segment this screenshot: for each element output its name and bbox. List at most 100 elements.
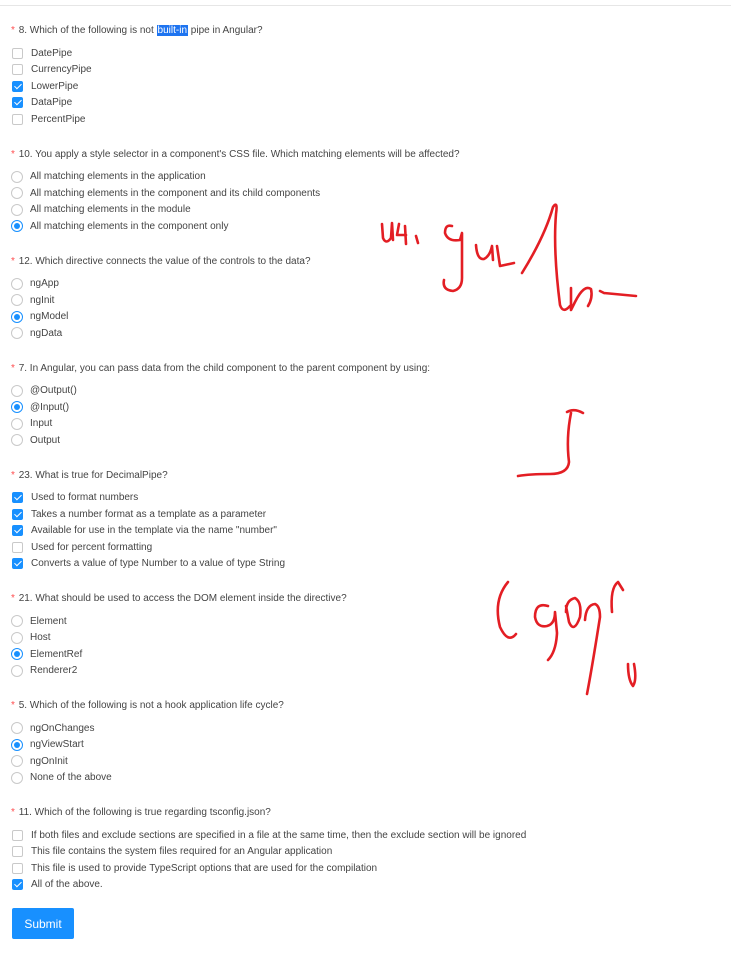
option-label: @Input() xyxy=(30,401,70,413)
question-2: * 10. You apply a style selector in a co… xyxy=(11,148,721,235)
question-5: * 23. What is true for DecimalPipe? Used … xyxy=(11,469,721,573)
checkbox[interactable] xyxy=(12,113,23,125)
question-title: * 12. Which directive connects the value… xyxy=(11,255,721,269)
radio-button[interactable] xyxy=(11,615,23,628)
checkbox[interactable] xyxy=(12,47,23,59)
question-1: * 8. Which of the following is not built… xyxy=(11,24,721,128)
radio-option[interactable]: All matching elements in the module xyxy=(11,202,721,219)
checkbox[interactable] xyxy=(12,541,23,553)
radio-button[interactable] xyxy=(11,417,23,430)
radio-option[interactable]: ElementRef xyxy=(11,646,721,663)
checkbox-option[interactable]: Used to format numbers xyxy=(11,490,721,507)
radio-option[interactable]: Host xyxy=(11,630,721,647)
checkbox[interactable] xyxy=(12,80,23,92)
option-label: All matching elements in the component a… xyxy=(30,187,321,199)
radio-button[interactable] xyxy=(11,294,23,307)
radio-button[interactable] xyxy=(11,664,23,677)
checkbox[interactable] xyxy=(12,829,23,841)
radio-option[interactable]: ngModel xyxy=(11,309,721,326)
radio-button[interactable] xyxy=(11,277,23,290)
checkbox-option[interactable]: All of the above. xyxy=(11,877,721,894)
option-label: Used to format numbers xyxy=(31,492,139,504)
radio-button[interactable] xyxy=(11,220,23,233)
radio-option[interactable]: ngViewStart xyxy=(11,737,721,754)
radio-button[interactable] xyxy=(11,384,23,397)
required-asterisk: * xyxy=(11,469,15,481)
required-asterisk: * xyxy=(11,362,15,374)
required-asterisk: * xyxy=(11,593,15,604)
quiz-form: * 8. Which of the following is not built… xyxy=(11,24,721,913)
radio-button[interactable] xyxy=(11,170,23,183)
option-label: None of the above xyxy=(30,772,112,784)
question-3: * 12. Which directive connects the value… xyxy=(11,255,721,342)
radio-option[interactable]: ngData xyxy=(11,325,721,342)
checkbox-option[interactable]: This file contains the system files requ… xyxy=(11,844,721,861)
radio-button[interactable] xyxy=(11,771,23,784)
radio-option[interactable]: None of the above xyxy=(11,770,721,787)
radio-button[interactable] xyxy=(11,203,23,216)
checkbox[interactable] xyxy=(12,879,23,891)
radio-button[interactable] xyxy=(11,327,23,340)
radio-option[interactable]: ngInit xyxy=(11,292,721,309)
radio-button[interactable] xyxy=(11,722,23,735)
option-label: Used for percent formatting xyxy=(31,541,153,553)
question-text: 8. Which of the following is not xyxy=(18,25,157,36)
radio-option[interactable]: All matching elements in the component a… xyxy=(11,185,721,202)
radio-button[interactable] xyxy=(11,631,23,644)
radio-option[interactable]: @Input() xyxy=(11,399,721,416)
checkbox-option[interactable]: CurrencyPipe xyxy=(11,62,721,79)
checkbox-option[interactable]: LowerPipe xyxy=(11,78,721,95)
checkbox-option[interactable]: DataPipe xyxy=(11,95,721,112)
required-asterisk: * xyxy=(11,25,15,36)
radio-button[interactable] xyxy=(11,755,23,768)
option-label: ngOnChanges xyxy=(30,722,95,734)
checkbox[interactable] xyxy=(12,508,23,520)
radio-button[interactable] xyxy=(11,738,23,751)
checkbox[interactable] xyxy=(12,558,23,570)
question-title: * 10. You apply a style selector in a co… xyxy=(11,148,721,162)
question-4: * 7. In Angular, you can pass data from … xyxy=(11,362,721,449)
radio-option[interactable]: Output xyxy=(11,432,721,449)
radio-option[interactable]: Renderer2 xyxy=(11,663,721,680)
radio-button[interactable] xyxy=(11,187,23,200)
radio-button[interactable] xyxy=(11,401,23,414)
option-label: ngData xyxy=(30,327,63,339)
radio-option[interactable]: All matching elements in the component o… xyxy=(11,218,721,235)
checkbox-option[interactable]: If both files and exclude sections are s… xyxy=(11,827,721,844)
question-text: 10. You apply a style selector in a comp… xyxy=(18,148,460,160)
question-text: pipe in Angular? xyxy=(188,25,263,36)
radio-button[interactable] xyxy=(11,648,23,661)
question-7: * 5. Which of the following is not a hoo… xyxy=(11,699,721,786)
option-label: All of the above. xyxy=(31,879,103,891)
checkbox-option[interactable]: Takes a number format as a template as a… xyxy=(11,506,721,523)
option-label: DatePipe xyxy=(31,47,73,59)
radio-option[interactable]: Input xyxy=(11,416,721,433)
radio-button[interactable] xyxy=(11,310,23,323)
checkbox[interactable] xyxy=(12,64,23,76)
selected-text-highlight: built-in xyxy=(156,25,189,36)
checkbox-option[interactable]: Used for percent formatting xyxy=(11,539,721,556)
checkbox-option[interactable]: DatePipe xyxy=(11,45,721,62)
checkbox[interactable] xyxy=(12,525,23,537)
radio-option[interactable]: ngOnChanges xyxy=(11,720,721,737)
submit-button[interactable]: Submit xyxy=(12,908,74,939)
checkbox-option[interactable]: Converts a value of type Number to a val… xyxy=(11,556,721,573)
option-label: ngViewStart xyxy=(30,739,84,751)
radio-button[interactable] xyxy=(11,434,23,447)
checkbox-option[interactable]: Available for use in the template via th… xyxy=(11,523,721,540)
checkbox[interactable] xyxy=(12,492,23,504)
checkbox[interactable] xyxy=(12,846,23,858)
option-label: All matching elements in the component o… xyxy=(30,220,229,232)
checkbox-option[interactable]: PercentPipe xyxy=(11,111,721,128)
question-text: 21. What should be used to access the DO… xyxy=(18,593,347,604)
radio-option[interactable]: ngOnInit xyxy=(11,753,721,770)
option-label: ElementRef xyxy=(30,648,83,660)
radio-option[interactable]: Element xyxy=(11,613,721,630)
checkbox-option[interactable]: This file is used to provide TypeScript … xyxy=(11,860,721,877)
checkbox[interactable] xyxy=(12,97,23,109)
option-label: Takes a number format as a template as a… xyxy=(31,508,267,520)
checkbox[interactable] xyxy=(12,862,23,874)
radio-option[interactable]: @Output() xyxy=(11,383,721,400)
radio-option[interactable]: ngApp xyxy=(11,276,721,293)
radio-option[interactable]: All matching elements in the application xyxy=(11,169,721,186)
